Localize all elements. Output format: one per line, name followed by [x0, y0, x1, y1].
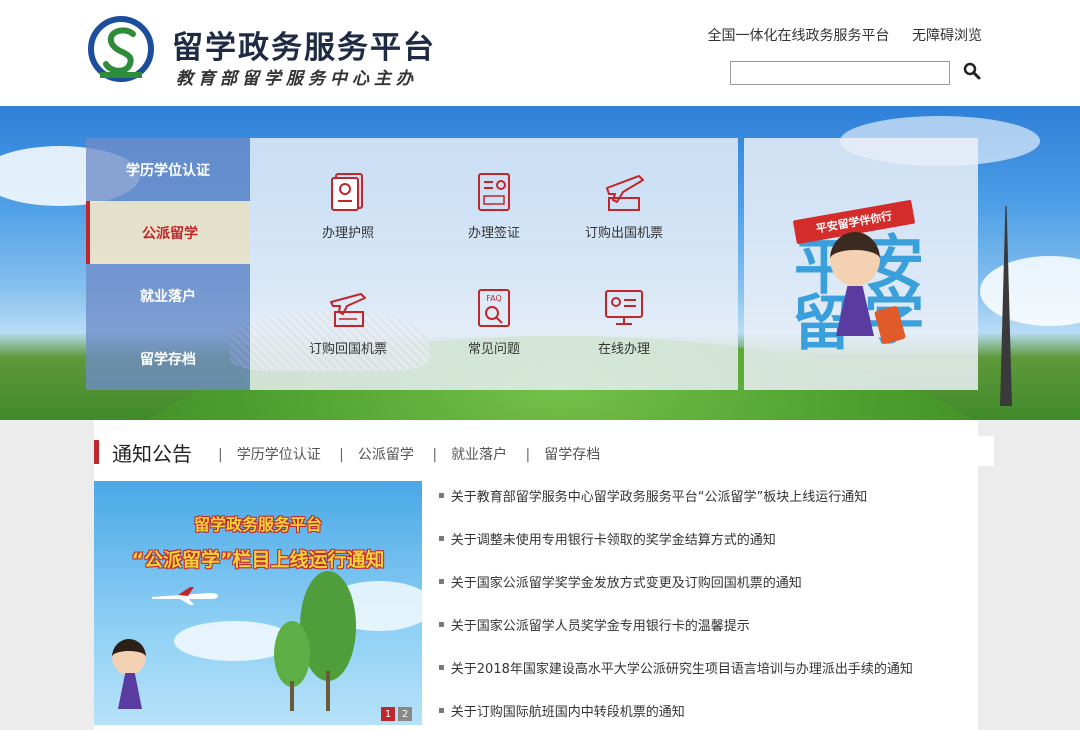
tab-study-archive[interactable]: 留学存档 — [544, 447, 600, 463]
service-visa[interactable]: 办理签证 — [434, 172, 554, 241]
service-label: 订购出国机票 — [584, 226, 663, 241]
top-links: 全国一体化在线政务服务平台 无障碍浏览 — [690, 25, 982, 45]
news-carousel-image[interactable]: 留学政务服务平台 “公派留学”栏目上线运行通知 1 2 — [94, 481, 422, 725]
list-item[interactable]: ▪ 关于国家公派留学人员奖学金专用银行卡的温馨提示 — [438, 603, 978, 646]
notice-accent-bar — [94, 440, 99, 464]
service-label: 办理护照 — [321, 226, 374, 241]
cloud — [980, 256, 1080, 326]
national-platform-link[interactable]: 全国一体化在线政务服务平台 — [708, 28, 890, 44]
girl-illustration — [830, 232, 880, 286]
side-menu: 学历学位认证 公派留学 就业落户 留学存档 — [86, 138, 250, 390]
tab-employment-settlement[interactable]: 就业落户 — [451, 447, 507, 463]
tree-trunk — [290, 681, 294, 711]
side-item-employment-settlement[interactable]: 就业落户 — [86, 264, 250, 327]
service-online[interactable]: 在线办理 — [564, 288, 684, 357]
carousel-subtitle: “公派留学”栏目上线运行通知 — [131, 549, 385, 571]
service-outbound-ticket[interactable]: 订购出国机票 — [564, 172, 684, 241]
list-item[interactable]: ▪ 关于订购国际航班国内中转段机票的通知 — [438, 689, 978, 730]
notice-tabs: | 学历学位认证 | 公派留学 | 就业落户 | 留学存档 — [218, 447, 601, 463]
search-icon — [963, 62, 981, 79]
service-label: 常见问题 — [467, 342, 520, 357]
tree — [274, 621, 310, 687]
side-item-study-archive[interactable]: 留学存档 — [86, 327, 250, 390]
list-item[interactable]: ▪ 关于2018年国家建设高水平大学公派研究生项目语言培训与办理派出手续的通知 — [438, 646, 978, 689]
notice-title[interactable]: 通知公告 — [112, 438, 192, 467]
notice-header: 通知公告 | 学历学位认证 | 公派留学 | 就业落户 | 留学存档 — [94, 436, 994, 466]
side-item-degree-certification[interactable]: 学历学位认证 — [86, 138, 250, 201]
safe-study-promo[interactable]: 平 安 留 学 平安留学伴你行 — [744, 138, 978, 390]
passport-icon — [331, 173, 363, 211]
service-faq[interactable]: FAQ 常见问题 — [434, 288, 554, 357]
pager-button-1[interactable]: 1 — [381, 707, 395, 721]
service-label: 订购回国机票 — [308, 342, 387, 357]
list-item[interactable]: ▪ 关于教育部留学服务中心留学政务服务平台“公派留学”板块上线运行通知 — [438, 474, 978, 517]
service-label: 在线办理 — [597, 342, 650, 357]
service-passport[interactable]: 办理护照 — [288, 172, 408, 241]
bullet-icon: ▪ — [438, 576, 445, 587]
banner: 学历学位认证 公派留学 就业落户 留学存档 办理护照 办理签证 订购出国机票 订… — [0, 106, 1080, 420]
carousel-pager: 1 2 — [381, 707, 412, 721]
accessibility-link[interactable]: 无障碍浏览 — [912, 28, 982, 44]
tab-government-study[interactable]: 公派留学 — [358, 447, 414, 463]
visa-icon — [478, 173, 510, 211]
side-item-government-study[interactable]: 公派留学 — [86, 201, 250, 264]
service-return-ticket[interactable]: 订购回国机票 — [288, 288, 408, 357]
header: 留学政务服务平台 教育部留学服务中心主办 全国一体化在线政务服务平台 无障碍浏览 — [0, 0, 1080, 106]
service-label: 办理签证 — [467, 226, 520, 241]
news-list: ▪ 关于教育部留学服务中心留学政务服务平台“公派留学”板块上线运行通知 ▪ 关于调整… — [438, 474, 978, 730]
bullet-icon: ▪ — [438, 619, 445, 630]
bullet-icon: ▪ — [438, 662, 445, 673]
pager-button-2[interactable]: 2 — [398, 707, 412, 721]
logo-icon[interactable] — [86, 16, 156, 86]
bullet-icon: ▪ — [438, 490, 445, 501]
search-button[interactable] — [960, 60, 984, 84]
return-ticket-icon — [330, 293, 366, 327]
girl-body-illustration — [118, 673, 142, 709]
carousel-title: 留学政务服务平台 — [193, 515, 322, 534]
svg-text:FAQ: FAQ — [486, 294, 502, 303]
site-subtitle: 教育部留学服务中心主办 — [176, 69, 418, 89]
bullet-icon: ▪ — [438, 533, 445, 544]
service-panel: 办理护照 办理签证 订购出国机票 订购回国机票 FAQ 常见问题 在线办理 — [250, 138, 738, 390]
list-item[interactable]: ▪ 关于国家公派留学奖学金发放方式变更及订购回国机票的通知 — [438, 560, 978, 603]
list-item[interactable]: ▪ 关于调整未使用专用银行卡领取的奖学金结算方式的通知 — [438, 517, 978, 560]
bullet-icon: ▪ — [438, 705, 445, 716]
airplane-icon — [152, 587, 218, 605]
plane-ticket-icon — [606, 175, 644, 211]
girl-illustration — [112, 639, 146, 675]
site-title[interactable]: 留学政务服务平台 — [172, 22, 436, 67]
online-service-icon — [605, 290, 643, 325]
tree-trunk — [326, 671, 330, 711]
search-input[interactable] — [730, 61, 950, 85]
tab-degree-certification[interactable]: 学历学位认证 — [237, 447, 321, 463]
faq-icon: FAQ — [478, 289, 510, 327]
